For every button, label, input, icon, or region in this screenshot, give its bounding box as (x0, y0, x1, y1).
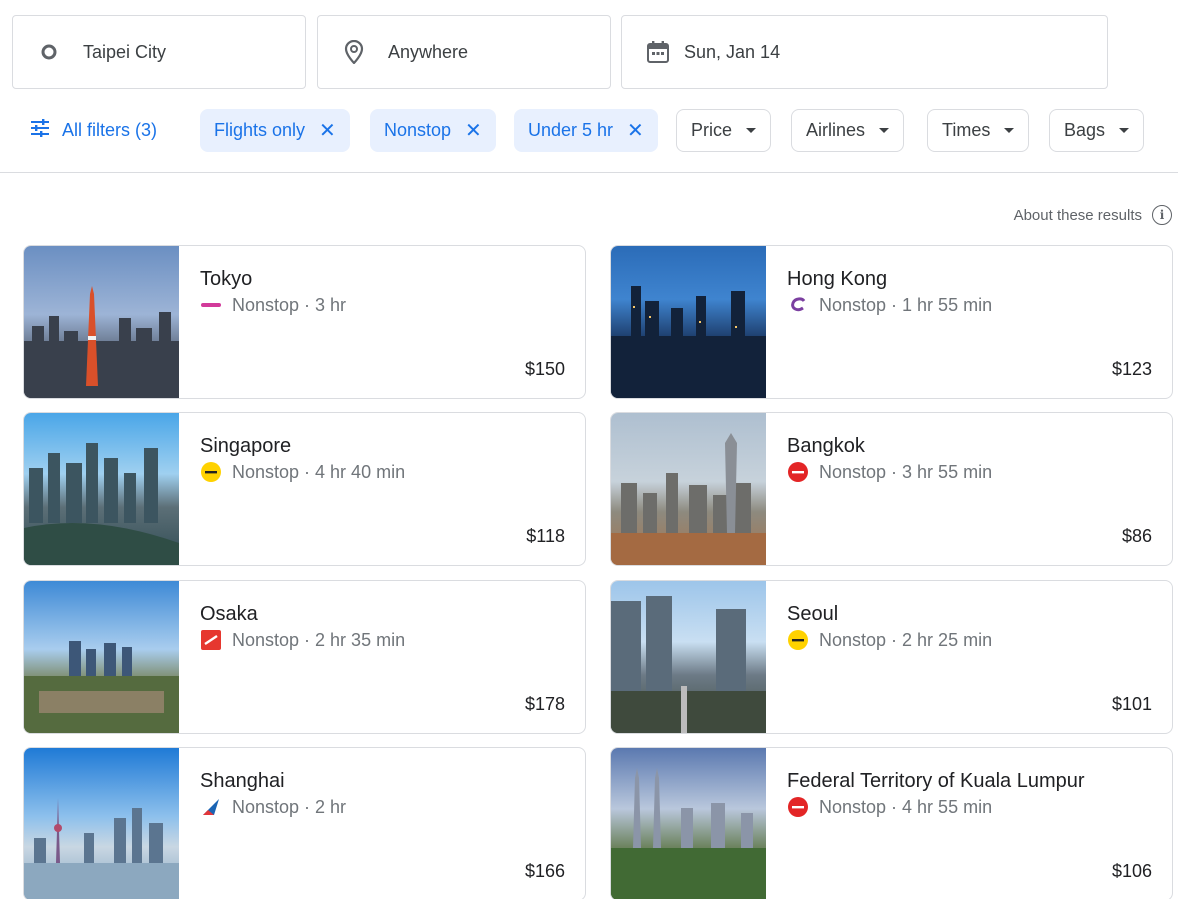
chip-label: Under 5 hr (528, 120, 614, 140)
destination-value: Anywhere (388, 41, 469, 62)
price: $86 (1121, 526, 1152, 546)
destination-name: Federal Territory of Kuala Lumpur (787, 770, 1085, 792)
details-text: Nonstop · 1 hr 55 min (819, 294, 993, 315)
destination-name: Tokyo (200, 268, 253, 290)
result-card-hong-kong[interactable]: Hong Kong Nonstop · 1 hr 55 min $123 (610, 245, 1173, 399)
dropdown-label: Airlines (806, 120, 866, 140)
flight-details: Nonstop · 2 hr 35 min (200, 629, 405, 651)
circle-icon (37, 40, 61, 64)
close-icon[interactable]: ✕ (627, 121, 644, 141)
chip-under-5-hr[interactable]: Under 5 hr ✕ (514, 109, 658, 152)
details-text: Nonstop · 3 hr (232, 294, 347, 315)
destination-photo (24, 246, 179, 398)
price-dropdown[interactable]: Price (676, 109, 772, 152)
flight-details: Nonstop · 1 hr 55 min (787, 294, 992, 316)
bags-dropdown[interactable]: Bags (1049, 109, 1145, 152)
destination-photo (611, 246, 766, 398)
tune-icon (30, 119, 50, 142)
destination-name: Seoul (787, 603, 839, 625)
destination-name: Bangkok (787, 435, 865, 457)
origin-field[interactable]: Taipei City (12, 15, 306, 89)
caret-down-icon (879, 128, 890, 133)
airasia-logo-icon (787, 461, 809, 483)
caret-down-icon (1119, 128, 1130, 133)
destination-name: Singapore (200, 435, 292, 457)
origin-value: Taipei City (83, 41, 167, 62)
flight-details: Nonstop · 4 hr 55 min (787, 796, 992, 818)
caret-down-icon (746, 128, 757, 133)
close-icon[interactable]: ✕ (319, 121, 336, 141)
all-filters-button[interactable]: All filters (3) (30, 109, 157, 152)
flight-details: Nonstop · 2 hr (200, 796, 346, 818)
caret-down-icon (1004, 128, 1015, 133)
all-filters-label: All filters (3) (62, 120, 158, 140)
flight-details: Nonstop · 3 hr 55 min (787, 461, 992, 483)
destination-photo (24, 581, 179, 733)
chip-label: Nonstop (384, 120, 452, 140)
divider (0, 172, 1178, 173)
scoot-logo-icon (200, 461, 222, 483)
flight-details: Nonstop · 4 hr 40 min (200, 461, 405, 483)
peach-logo-icon (200, 294, 222, 316)
info-icon[interactable]: i (1152, 205, 1172, 225)
details-text: Nonstop · 2 hr 35 min (232, 629, 406, 650)
destination-name: Shanghai (200, 770, 285, 792)
details-text: Nonstop · 3 hr 55 min (819, 461, 993, 482)
result-card-kuala-lumpur[interactable]: Federal Territory of Kuala Lumpur Nonsto… (610, 747, 1173, 899)
airasia-logo-icon (787, 796, 809, 818)
filter-bar: All filters (3) Flights only ✕ Nonstop ✕… (0, 109, 1178, 153)
location-pin-icon (342, 40, 366, 64)
destination-field[interactable]: Anywhere (317, 15, 611, 89)
destination-photo (24, 413, 179, 565)
flight-details: Nonstop · 3 hr (200, 294, 346, 316)
calendar-icon (646, 40, 670, 64)
airlines-dropdown[interactable]: Airlines (791, 109, 905, 152)
tigerair-logo-icon (200, 629, 222, 651)
chip-nonstop[interactable]: Nonstop ✕ (370, 109, 496, 152)
chip-label: Flights only (214, 120, 306, 140)
destination-photo (611, 748, 766, 899)
hk-express-logo-icon (787, 294, 809, 316)
date-value: Sun, Jan 14 (684, 41, 781, 62)
details-text: Nonstop · 2 hr (232, 796, 347, 817)
flight-details: Nonstop · 2 hr 25 min (787, 629, 992, 651)
close-icon[interactable]: ✕ (465, 121, 482, 141)
dropdown-label: Price (691, 120, 733, 140)
chip-flights-only[interactable]: Flights only ✕ (200, 109, 350, 152)
result-card-singapore[interactable]: Singapore Nonstop · 4 hr 40 min $118 (23, 412, 586, 566)
price: $123 (1111, 359, 1152, 379)
details-text: Nonstop · 4 hr 40 min (232, 461, 406, 482)
result-card-tokyo[interactable]: Tokyo Nonstop · 3 hr $150 (23, 245, 586, 399)
about-these-results[interactable]: About these results i (1014, 205, 1172, 225)
scoot-logo-icon (787, 629, 809, 651)
result-card-seoul[interactable]: Seoul Nonstop · 2 hr 25 min $101 (610, 580, 1173, 734)
price: $178 (524, 694, 565, 714)
departure-date-field[interactable]: Sun, Jan 14 (621, 15, 1108, 89)
destination-name: Osaka (200, 603, 258, 625)
destination-photo (611, 581, 766, 733)
price: $101 (1111, 694, 1152, 714)
destination-name: Hong Kong (787, 268, 888, 290)
dropdown-label: Times (942, 120, 991, 140)
price: $166 (524, 861, 565, 881)
china-southern-logo-icon (200, 796, 222, 818)
dropdown-label: Bags (1064, 120, 1106, 140)
result-card-bangkok[interactable]: Bangkok Nonstop · 3 hr 55 min $86 (610, 412, 1173, 566)
price: $150 (524, 359, 565, 379)
price: $106 (1111, 861, 1152, 881)
destination-photo (24, 748, 179, 899)
details-text: Nonstop · 4 hr 55 min (819, 796, 993, 817)
price: $118 (526, 526, 565, 546)
result-card-osaka[interactable]: Osaka Nonstop · 2 hr 35 min $178 (23, 580, 586, 734)
details-text: Nonstop · 2 hr 25 min (819, 629, 993, 650)
times-dropdown[interactable]: Times (927, 109, 1030, 152)
about-label: About these results (1013, 206, 1142, 224)
result-card-shanghai[interactable]: Shanghai Nonstop · 2 hr $166 (23, 747, 586, 899)
destination-photo (611, 413, 766, 565)
